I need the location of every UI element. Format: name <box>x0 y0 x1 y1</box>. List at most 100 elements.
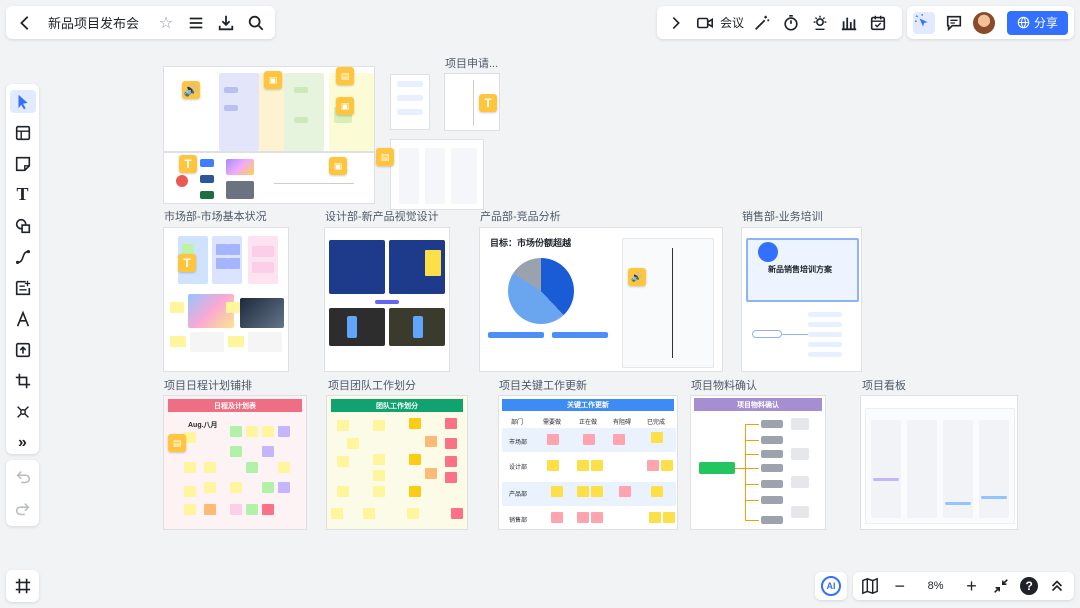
audio-note-icon[interactable]: 🔊 <box>628 268 646 286</box>
frame-label-material: 项目物料确认 <box>691 380 757 392</box>
undo-icon[interactable] <box>12 466 34 488</box>
frame-label-sales: 销售部-业务培训 <box>742 211 823 223</box>
doc-title-bar: 新品项目发布会 ☆ <box>6 6 275 39</box>
share-label: 分享 <box>1033 16 1058 30</box>
history-panel <box>6 460 39 526</box>
collapse-icon[interactable] <box>1046 575 1068 597</box>
fit-screen-icon[interactable] <box>990 575 1012 597</box>
text-note-icon[interactable]: T <box>479 94 497 112</box>
left-toolbar: T » <box>6 84 39 454</box>
upload-icon[interactable] <box>10 338 36 361</box>
frame-label-market: 市场部-市场基本状况 <box>164 211 267 223</box>
resource-frame[interactable]: T ▣ <box>163 152 375 204</box>
menu-icon[interactable] <box>185 12 207 34</box>
process-frame[interactable] <box>390 74 430 130</box>
meeting-label[interactable]: 会议 <box>720 14 744 31</box>
image-note-icon[interactable]: ▣ <box>329 157 347 175</box>
share-panel: 分享 <box>907 6 1074 39</box>
team-frame[interactable]: 团队工作划分 <box>326 395 468 530</box>
download-icon[interactable] <box>215 12 237 34</box>
zoom-panel: − 8% + ? <box>853 572 1074 600</box>
mind-map-icon[interactable] <box>10 400 36 423</box>
doc-note-icon[interactable]: ▤ <box>376 148 394 166</box>
image-note-icon[interactable]: ▣ <box>264 71 282 89</box>
search-icon[interactable] <box>245 12 267 34</box>
zoom-out-icon[interactable]: − <box>889 575 911 597</box>
audio-note-icon[interactable]: 🔊 <box>182 81 200 99</box>
keywork-frame[interactable]: 关键工作更新 部门 需要做 正在做 有阻碍 已完成 市场部 设计部 产品部 销售… <box>498 395 678 530</box>
flowchart-frame[interactable]: 🔊 ▣ ▣ ▤ <box>163 66 375 152</box>
pen-tool-icon[interactable] <box>10 307 36 330</box>
frame-label-design: 设计部-新产品视觉设计 <box>325 211 439 223</box>
row-design: 设计部 <box>509 465 528 471</box>
product-frame[interactable]: 目标：市场份额超越 🔊 <box>479 227 723 372</box>
star-icon[interactable]: ☆ <box>155 12 177 34</box>
frame-layout-icon[interactable] <box>10 121 36 144</box>
shape-tool-icon[interactable] <box>10 214 36 237</box>
col-doing: 正在做 <box>579 420 598 426</box>
comment-icon[interactable] <box>943 12 965 34</box>
text-tool-icon[interactable]: T <box>10 183 36 206</box>
doc-title[interactable]: 新品项目发布会 <box>48 13 139 32</box>
product-goal: 目标：市场份额超越 <box>490 238 572 248</box>
sticky-note-icon[interactable] <box>10 152 36 175</box>
map-icon[interactable] <box>859 575 881 597</box>
ai-icon: AI <box>821 576 841 596</box>
help-icon[interactable]: ? <box>1020 577 1039 595</box>
magic-wand-icon[interactable] <box>751 12 773 34</box>
share-button[interactable]: 分享 <box>1006 10 1068 35</box>
spotlight-icon[interactable] <box>809 12 831 34</box>
apply-frame[interactable]: T <box>444 73 500 131</box>
schedule-month: Aug.八月 <box>188 422 218 429</box>
chart-icon[interactable] <box>838 12 860 34</box>
ai-assistant-button[interactable]: AI <box>815 572 847 600</box>
connector-icon[interactable] <box>10 245 36 268</box>
kanban-frame[interactable] <box>860 395 1018 530</box>
timer-icon[interactable] <box>780 12 802 34</box>
frame-list-button[interactable] <box>6 570 39 602</box>
doc-note-icon[interactable]: ▤ <box>168 434 186 452</box>
video-icon[interactable] <box>694 12 716 34</box>
row-market: 市场部 <box>509 440 528 446</box>
frame-label-keywork: 项目关键工作更新 <box>499 380 587 392</box>
redo-icon[interactable] <box>12 498 34 520</box>
process-detail-frame[interactable] <box>390 139 484 210</box>
collab-toolbar: 会议 <box>657 6 902 39</box>
design-frame[interactable] <box>324 227 450 372</box>
schedule-header: 日程及计划表 <box>168 399 302 412</box>
crop-frame-icon[interactable] <box>10 369 36 392</box>
frame-label-team: 项目团队工作划分 <box>328 380 416 392</box>
col-blocked: 有阻碍 <box>613 420 632 426</box>
back-icon[interactable] <box>14 12 36 34</box>
image-note-icon[interactable]: ▣ <box>336 97 354 115</box>
chevron-right-icon[interactable] <box>665 12 687 34</box>
frame-icon <box>12 575 34 597</box>
material-frame[interactable]: 项目物料确认 <box>690 395 826 530</box>
material-header: 项目物料确认 <box>694 398 822 411</box>
col-dept: 部门 <box>511 420 524 426</box>
more-tools-icon[interactable]: » <box>10 431 36 454</box>
frame-label-product: 产品部-竞品分析 <box>480 211 561 223</box>
avatar[interactable] <box>973 11 995 34</box>
zoom-in-icon[interactable]: + <box>961 575 983 597</box>
frame-label-kanban: 项目看板 <box>862 380 906 392</box>
sales-frame[interactable]: 新品销售培训方案 <box>741 227 862 372</box>
doc-note-icon[interactable]: ▤ <box>336 67 354 85</box>
select-cursor-icon[interactable] <box>9 90 36 113</box>
text-note-icon[interactable]: T <box>178 254 196 272</box>
frame-label-schedule: 项目日程计划铺排 <box>164 380 252 392</box>
laser-pointer-icon[interactable] <box>913 11 935 34</box>
globe-icon <box>1017 16 1030 29</box>
keywork-header: 关键工作更新 <box>502 399 674 411</box>
row-sales: 销售部 <box>509 518 528 524</box>
market-frame[interactable]: T <box>163 227 289 372</box>
schedule-frame[interactable]: 日程及计划表 Aug.八月 ▤ <box>163 395 307 530</box>
col-todo: 需要做 <box>543 420 562 426</box>
add-comment-icon[interactable] <box>10 276 36 299</box>
pie-chart <box>508 258 574 324</box>
text-note-icon[interactable]: T <box>179 155 197 173</box>
row-product: 产品部 <box>509 492 528 498</box>
team-header: 团队工作划分 <box>331 399 463 412</box>
calendar-check-icon[interactable] <box>867 12 889 34</box>
zoom-value[interactable]: 8% <box>919 580 953 592</box>
